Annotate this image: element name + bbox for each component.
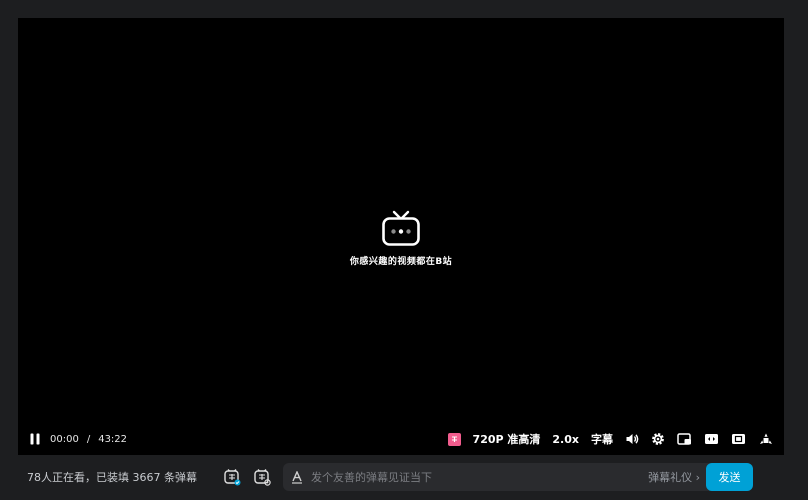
speed-button[interactable]: 2.0x: [552, 433, 579, 446]
font-style-icon[interactable]: [291, 470, 303, 484]
slogan-text: 你感兴趣的视频都在B站: [349, 257, 453, 267]
pause-icon[interactable]: [28, 432, 42, 446]
time-separator: /: [86, 433, 91, 445]
widescreen-icon[interactable]: [704, 432, 719, 446]
web-fullscreen-icon[interactable]: [731, 432, 746, 446]
fullscreen-icon[interactable]: [758, 432, 774, 446]
current-time: 00:00: [50, 433, 79, 445]
control-bar: 00:00 / 43:22 720P 准高清 2.0x 字幕: [18, 426, 784, 452]
danmaku-toggle-icon[interactable]: [223, 468, 241, 486]
viewer-info: 78人正在看，已装填 3667 条弹幕: [27, 471, 197, 484]
etiquette-label: 弹幕礼仪: [648, 471, 693, 484]
chevron-right-icon: ›: [695, 471, 700, 484]
bilibili-tv-icon: [382, 210, 420, 246]
subtitle-button[interactable]: 字幕: [591, 431, 613, 447]
gear-icon[interactable]: [651, 432, 665, 446]
loading-placeholder: 你感兴趣的视频都在B站: [18, 210, 784, 267]
danmaku-input[interactable]: [308, 469, 649, 485]
send-button[interactable]: 发送: [705, 463, 753, 491]
volume-icon[interactable]: [625, 432, 639, 446]
duration: 43:22: [98, 433, 128, 445]
danmaku-bar: 78人正在看，已装填 3667 条弹幕 发个友善的弹幕见证当下 弹幕礼仪 › 发…: [18, 458, 790, 496]
danmaku-input-box: 弹幕礼仪 › 发送: [282, 463, 753, 491]
danmaku-settings-icon[interactable]: [253, 468, 271, 486]
picture-in-picture-icon[interactable]: [677, 432, 692, 446]
subtitle-badge-icon[interactable]: [447, 432, 461, 446]
quality-button[interactable]: 720P 准高清: [473, 431, 541, 447]
video-player[interactable]: 你感兴趣的视频都在B站 00:00 / 43:22 720P 准高清 2.0x …: [18, 18, 784, 455]
danmaku-etiquette-link[interactable]: 弹幕礼仪 ›: [648, 469, 700, 485]
